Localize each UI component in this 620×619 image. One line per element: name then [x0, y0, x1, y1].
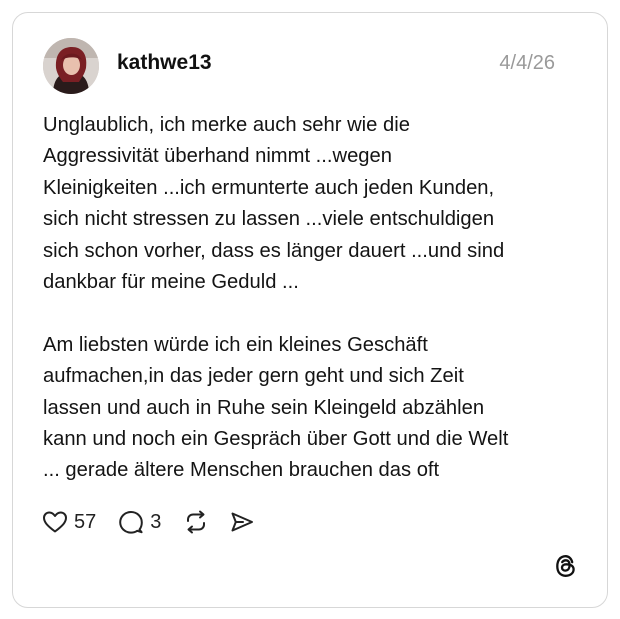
avatar-image [43, 38, 99, 94]
threads-logo-icon [556, 555, 575, 577]
post-paragraph: Unglaublich, ich merke auch sehr wie die… [43, 114, 505, 294]
heart-icon [43, 511, 67, 533]
repost-icon [187, 510, 206, 534]
post-body: Unglaublich, ich merke auch sehr wie die… [43, 110, 583, 487]
share-icon [231, 512, 254, 532]
like-count: 57 [74, 510, 97, 533]
share-button[interactable] [229, 509, 255, 535]
repost-button[interactable] [183, 509, 209, 535]
comment-icon [119, 511, 144, 534]
like-button[interactable]: 57 [42, 510, 96, 534]
action-bar: 57 3 [42, 506, 255, 538]
reply-button[interactable]: 3 [118, 509, 161, 535]
avatar[interactable] [43, 38, 99, 94]
post-date: 4/4/26 [499, 52, 555, 74]
reply-count: 3 [150, 510, 162, 533]
username[interactable]: kathwe13 [117, 51, 212, 75]
post-paragraph: Am liebsten würde ich ein kleines Geschä… [43, 333, 509, 482]
post-card: kathwe13 4/4/26 Unglaublich, ich merke a… [12, 12, 608, 608]
